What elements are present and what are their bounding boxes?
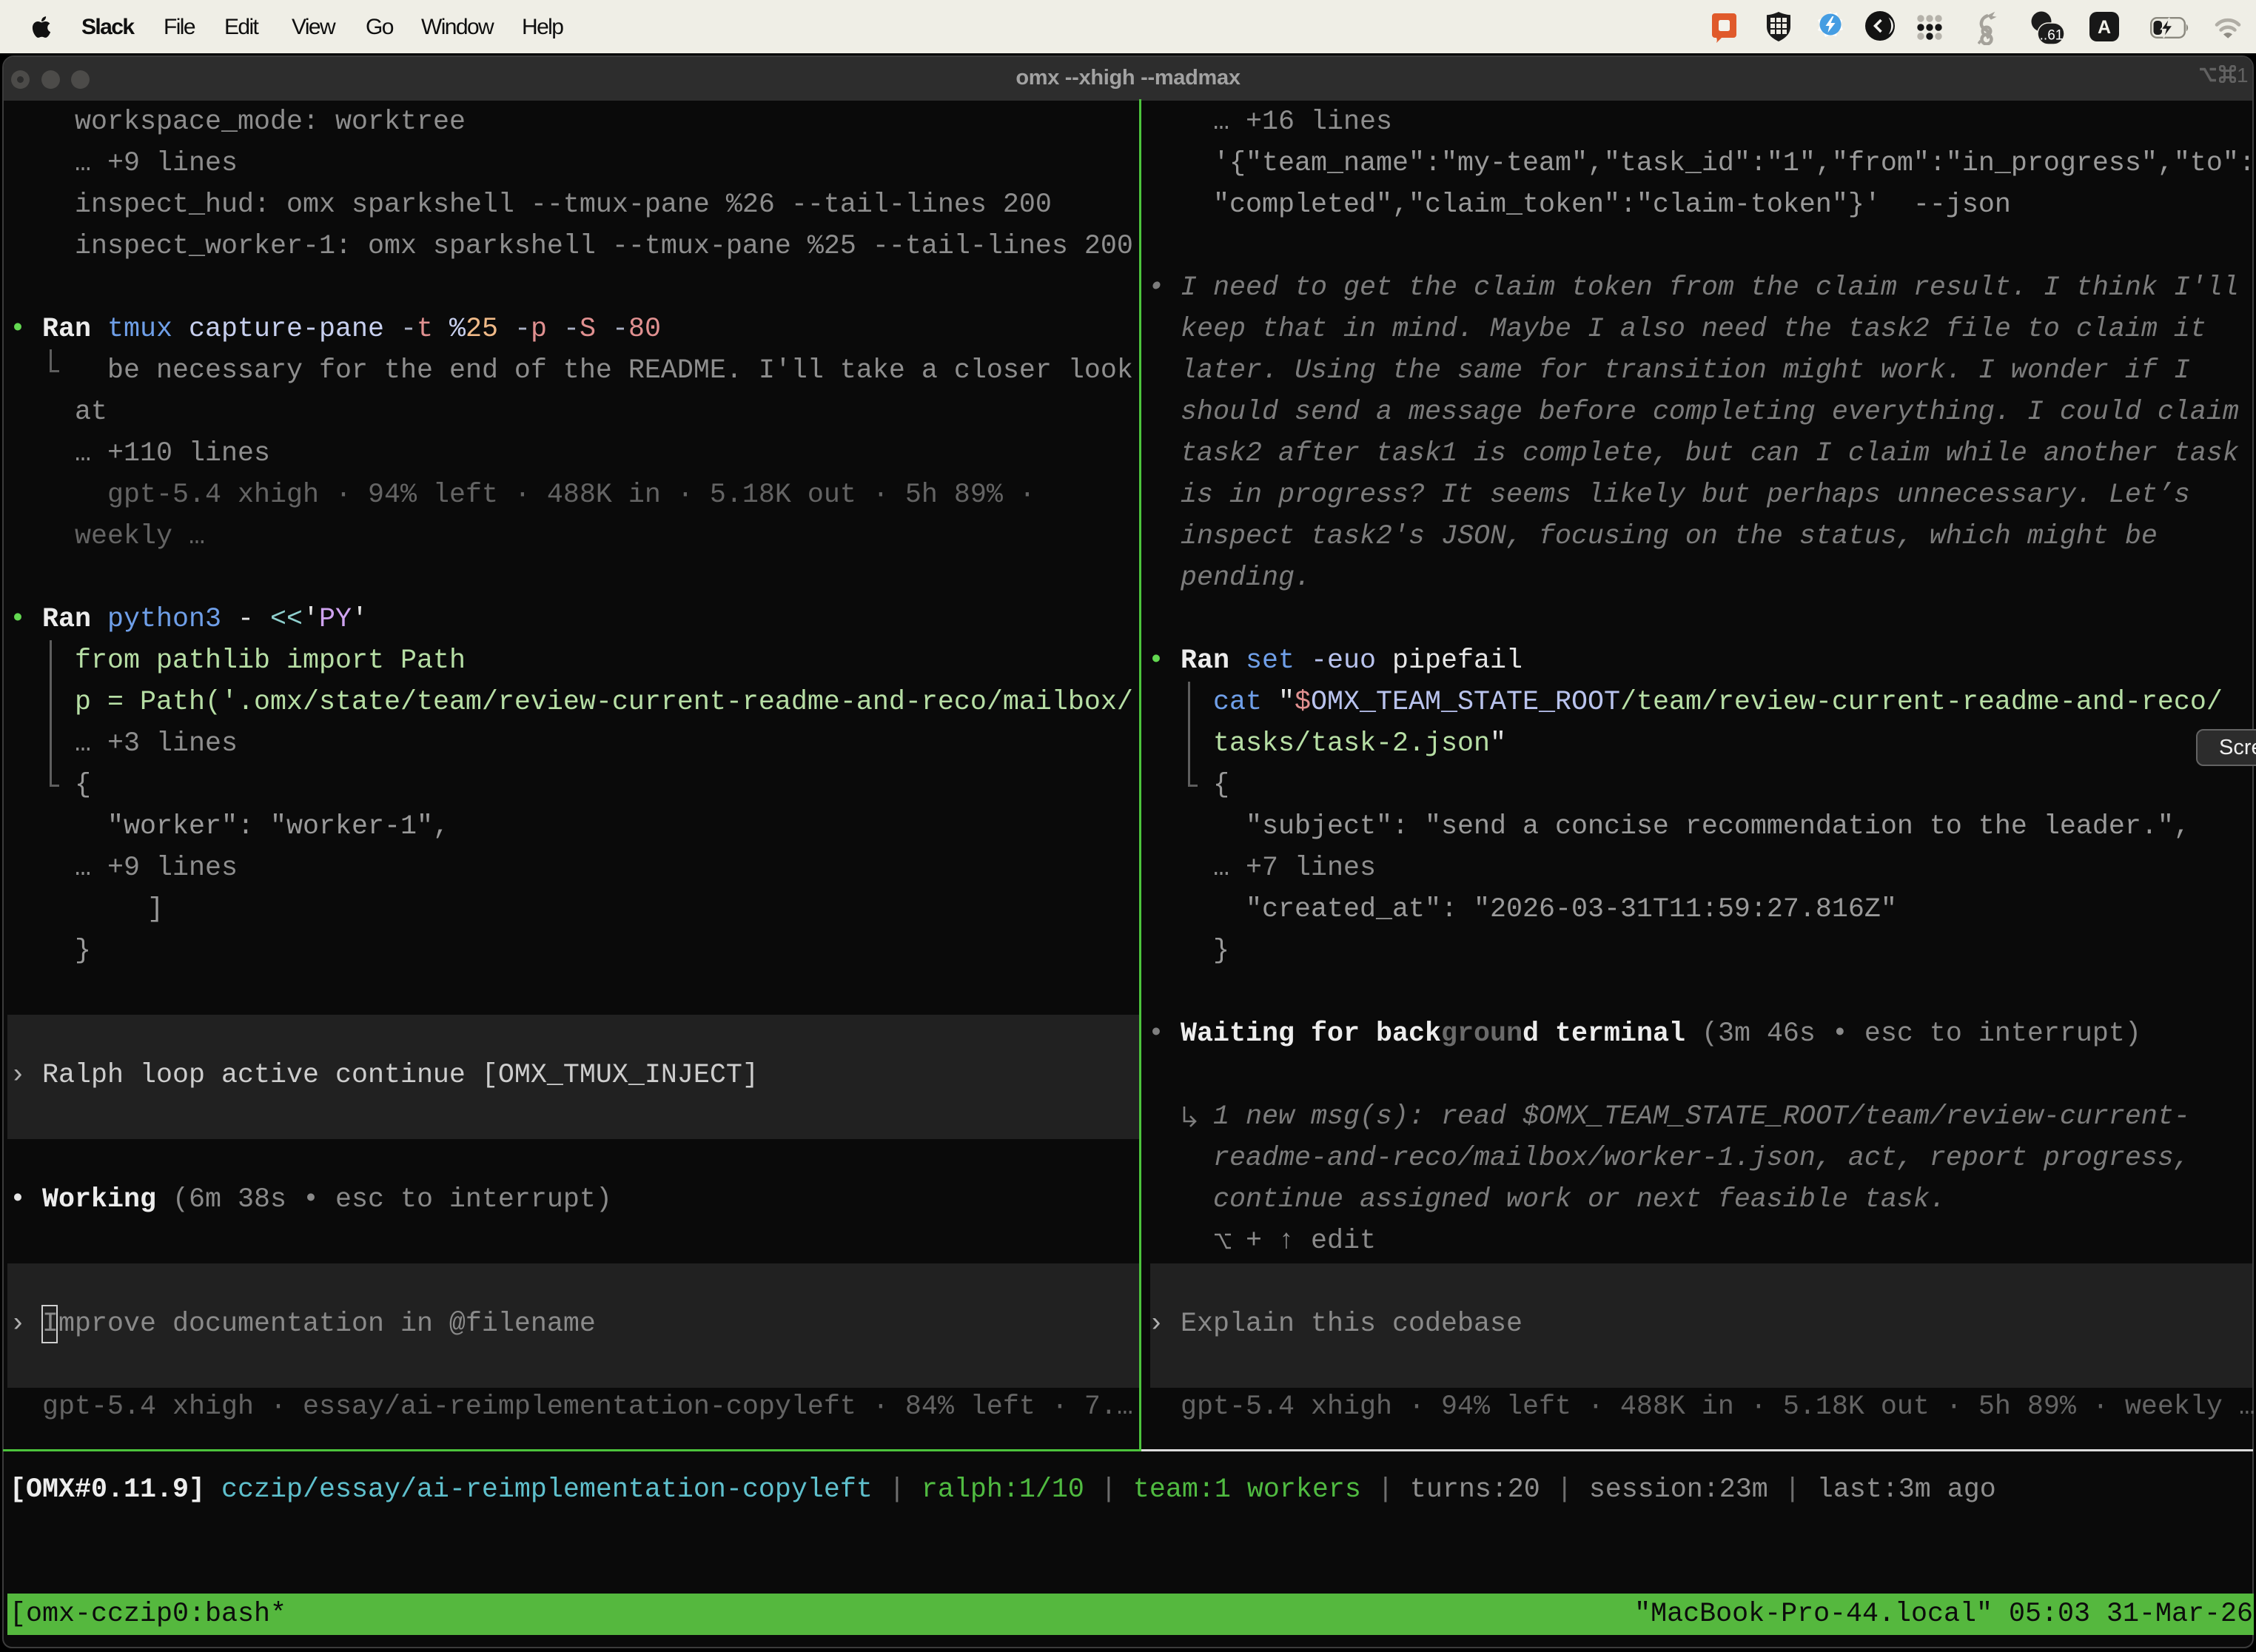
svg-text:..61: ..61 bbox=[2040, 28, 2064, 44]
svg-text:A: A bbox=[2098, 17, 2111, 38]
